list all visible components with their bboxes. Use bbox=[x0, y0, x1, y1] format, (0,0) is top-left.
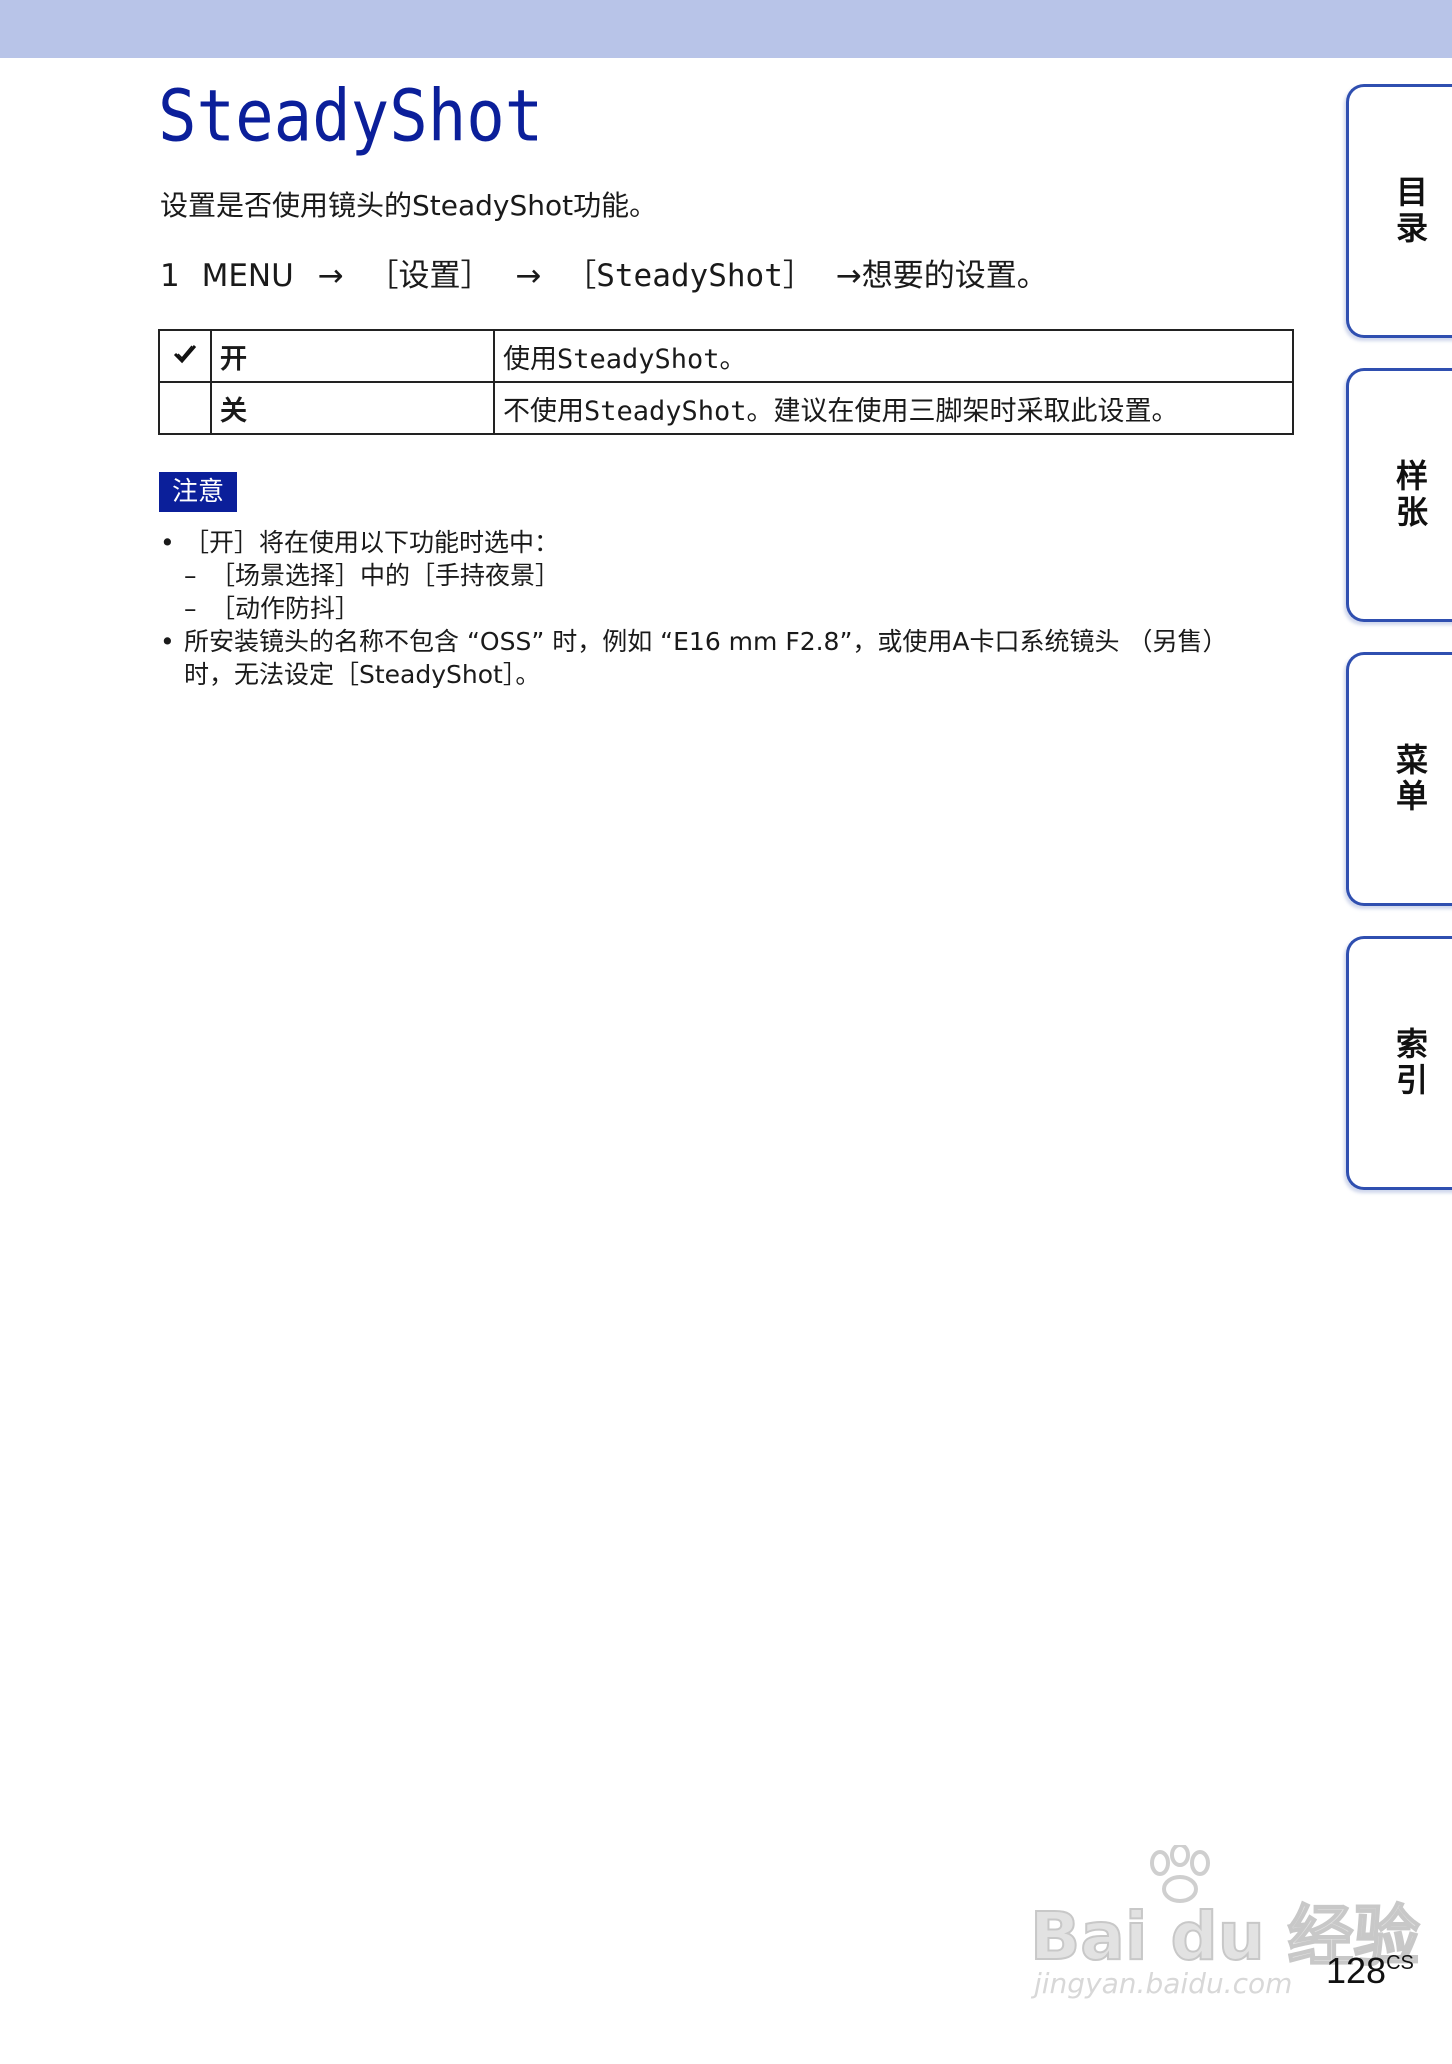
empty-check-cell bbox=[158, 381, 212, 435]
list-item: 所安装镜头的名称不包含 “OSS” 时，例如 “E16 mm F2.8”，或使用… bbox=[158, 625, 1298, 658]
watermark-url: jingyan.baidu.com bbox=[1034, 1967, 1293, 2000]
settings-table: 开 使用SteadyShot。 关 不使用SteadyShot。建议在使用三脚架… bbox=[158, 329, 1294, 435]
step-item: ［SteadyShot］ bbox=[565, 258, 814, 294]
checkmark-icon bbox=[173, 344, 197, 363]
tab-menu[interactable]: 菜单 bbox=[1346, 652, 1452, 906]
notes-list: ［开］将在使用以下功能时选中： ［场景选择］中的［手持夜景］ ［动作防抖］ 所安… bbox=[158, 526, 1298, 691]
tab-label: 索引 bbox=[1391, 1027, 1429, 1099]
tab-samples[interactable]: 样张 bbox=[1346, 368, 1452, 622]
step-number: 1 bbox=[160, 258, 180, 294]
page-number: 128CS bbox=[1326, 1950, 1414, 1992]
list-item-continuation: 时，无法设定［SteadyShot］。 bbox=[184, 660, 541, 689]
tab-contents[interactable]: 目录 bbox=[1346, 84, 1452, 338]
menu-step: 1 MENU → ［设置］ → ［SteadyShot］ →想要的设置。 bbox=[160, 256, 1048, 296]
table-row: 开 使用SteadyShot。 bbox=[158, 329, 1294, 383]
page-number-suffix: CS bbox=[1386, 1952, 1414, 1974]
tab-label: 样张 bbox=[1391, 459, 1429, 531]
page-number-value: 128 bbox=[1326, 1950, 1387, 1991]
option-label: 关 bbox=[210, 381, 495, 435]
option-description: 使用SteadyShot。 bbox=[493, 329, 1294, 383]
tab-label: 菜单 bbox=[1391, 743, 1429, 815]
tab-label: 目录 bbox=[1391, 175, 1429, 247]
table-row: 关 不使用SteadyShot。建议在使用三脚架时采取此设置。 bbox=[158, 381, 1294, 435]
note-badge: 注意 bbox=[159, 472, 237, 512]
arrow-icon: → bbox=[317, 258, 344, 294]
intro-text: 设置是否使用镜头的SteadyShot功能。 bbox=[160, 189, 658, 222]
list-item: ［场景选择］中的［手持夜景］ bbox=[158, 559, 1298, 592]
header-band bbox=[0, 0, 1452, 58]
step-menu: MENU bbox=[201, 258, 294, 294]
page-title: SteadyShot bbox=[158, 75, 544, 159]
list-item: ［动作防抖］ bbox=[158, 592, 1298, 625]
step-end: →想要的设置。 bbox=[835, 258, 1048, 294]
option-description: 不使用SteadyShot。建议在使用三脚架时采取此设置。 bbox=[493, 381, 1294, 435]
arrow-icon: → bbox=[515, 258, 542, 294]
option-label: 开 bbox=[210, 329, 495, 383]
default-check-cell bbox=[158, 329, 212, 383]
step-setup: ［设置］ bbox=[367, 258, 492, 294]
tab-index[interactable]: 索引 bbox=[1346, 936, 1452, 1190]
list-item: ［开］将在使用以下功能时选中： bbox=[158, 526, 1298, 559]
